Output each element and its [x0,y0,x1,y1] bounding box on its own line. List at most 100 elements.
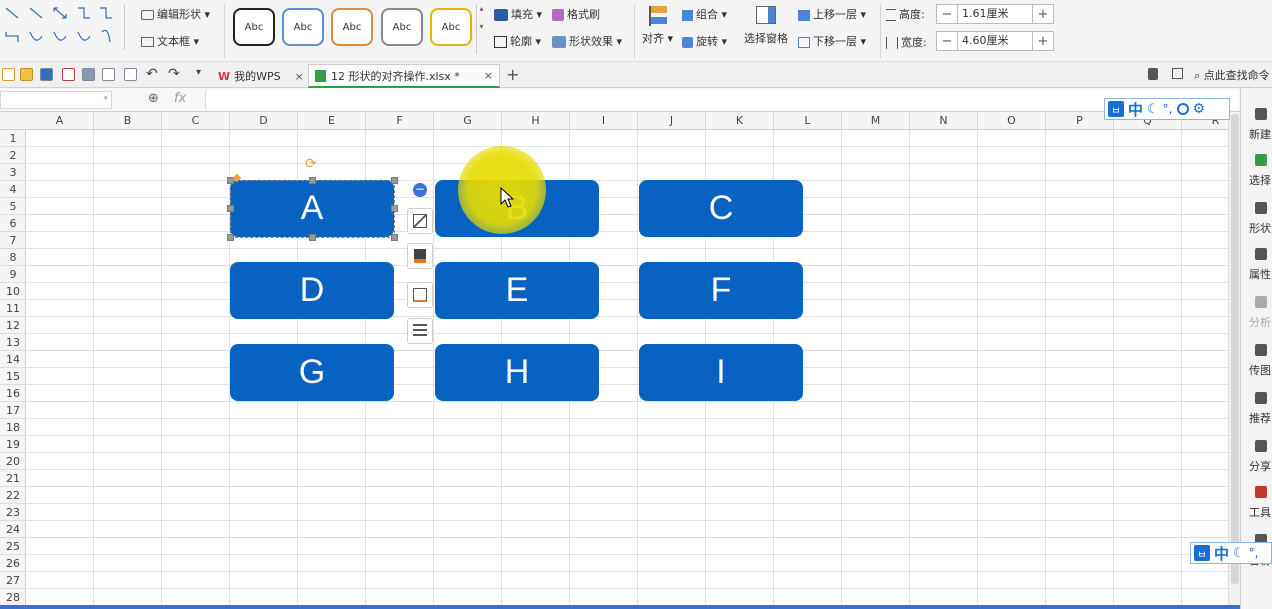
tab-active-file[interactable]: 12 形状的对齐操作.xlsx * × [308,64,500,88]
export-pdf-icon[interactable] [62,68,75,81]
recommend-icon[interactable] [1255,392,1267,404]
window-icon[interactable] [1172,68,1183,79]
row-header-6[interactable]: 6 [0,215,26,232]
resize-handle[interactable] [227,234,234,241]
ime-toolbar[interactable]: ㅂ 中 ☾ °, ⚙ [1104,98,1230,120]
sidebar-item-select[interactable]: 选择 [1249,172,1272,188]
height-increase-button[interactable]: + [1033,7,1053,22]
row-header-2[interactable]: 2 [0,147,26,164]
format-painter-button[interactable]: 格式刷 [552,6,600,22]
ime-toolbar-secondary[interactable]: ㅂ 中 ☾ °, [1190,542,1272,564]
undo-icon[interactable]: ↶ [146,66,158,82]
sidebar-item-share[interactable]: 分享 [1249,458,1272,474]
column-header-o[interactable]: O [978,112,1046,130]
redo-icon[interactable]: ↷ [168,66,180,82]
command-search[interactable]: ⌕ 点此查找命令 [1194,67,1272,83]
save-icon[interactable] [40,68,53,81]
column-header-f[interactable]: F [366,112,434,130]
column-header-h[interactable]: H [502,112,570,130]
resize-handle[interactable] [227,205,234,212]
sidebar-item-recommend[interactable]: 推荐 [1249,410,1272,426]
open-folder-icon[interactable] [20,68,33,81]
column-header-b[interactable]: B [94,112,162,130]
print-icon[interactable] [82,68,95,81]
outline-button[interactable]: 轮廓 ▾ [494,33,541,49]
column-header-a[interactable]: A [26,112,94,130]
row-header-1[interactable]: 1 [0,130,26,147]
row-header-26[interactable]: 26 [0,555,26,572]
text-box-button[interactable]: 文本框 ▾ [141,33,199,49]
row-header-16[interactable]: 16 [0,385,26,402]
collapse-toolbar-icon[interactable]: − [413,183,427,197]
width-spinner[interactable]: − 4.60厘米 + [936,31,1054,51]
style-gallery-more[interactable]: ▴ ▾ [476,4,486,54]
row-header-22[interactable]: 22 [0,487,26,504]
document-icon[interactable] [1148,68,1158,80]
row-header-11[interactable]: 11 [0,300,26,317]
ime-moon-icon[interactable]: ☾ [1147,102,1159,117]
rotate-handle-icon[interactable]: ⟳ [305,156,317,172]
ime-punct-icon[interactable]: °, [1249,546,1259,560]
sidebar-item-properties[interactable]: 属性 [1249,266,1272,282]
row-header-12[interactable]: 12 [0,317,26,334]
fill-float-button[interactable] [407,243,433,269]
column-header-e[interactable]: E [298,112,366,130]
row-header-18[interactable]: 18 [0,419,26,436]
row-header-20[interactable]: 20 [0,453,26,470]
vertical-scrollbar[interactable] [1228,112,1240,609]
sidebar-item-analysis[interactable]: 分析 [1249,314,1272,330]
row-header-27[interactable]: 27 [0,572,26,589]
column-header-g[interactable]: G [434,112,502,130]
sidebar-item-tools[interactable]: 工具 [1249,504,1272,520]
width-increase-button[interactable]: + [1033,34,1053,49]
column-header-l[interactable]: L [774,112,842,130]
width-decrease-button[interactable]: − [937,34,957,49]
edit-shape-float-button[interactable] [407,208,433,234]
tab-my-wps[interactable]: W 我的WPS × [212,64,310,88]
selection-pane-button[interactable]: 选择窗格 [744,6,788,46]
bring-forward-button[interactable]: 上移一层 ▾ [798,6,866,22]
shape-e[interactable]: E [435,262,599,319]
shape-style-5[interactable]: Abc [430,8,472,46]
scrollbar-thumb[interactable] [1231,114,1239,584]
row-header-15[interactable]: 15 [0,368,26,385]
resize-handle[interactable] [391,177,398,184]
column-header-m[interactable]: M [842,112,910,130]
shape-d[interactable]: D [230,262,394,319]
resize-handle[interactable] [391,205,398,212]
height-spinner[interactable]: − 1.61厘米 + [936,4,1054,24]
row-header-25[interactable]: 25 [0,538,26,555]
row-header-28[interactable]: 28 [0,589,26,606]
column-header-i[interactable]: I [570,112,638,130]
select-icon[interactable] [1255,154,1267,166]
sidebar-item-shape[interactable]: 形状 [1249,220,1272,236]
ime-moon-icon[interactable]: ☾ [1233,546,1245,561]
name-box[interactable]: ▾ [0,91,112,109]
outline-float-button[interactable] [407,282,433,308]
resize-handle[interactable] [309,177,316,184]
new-file-icon[interactable] [2,68,15,81]
row-header-23[interactable]: 23 [0,504,26,521]
shape-i[interactable]: I [639,344,803,401]
analysis-icon[interactable] [1255,296,1267,308]
formula-input[interactable] [205,90,1239,110]
row-header-21[interactable]: 21 [0,470,26,487]
tab-close-icon[interactable]: × [295,70,304,83]
resize-handle[interactable] [309,234,316,241]
resize-handle[interactable] [391,234,398,241]
row-header-8[interactable]: 8 [0,249,26,266]
ime-punct-icon[interactable]: °, [1163,102,1173,116]
align-button[interactable]: 对齐 ▾ [642,6,673,46]
rotate-button[interactable]: 旋转 ▾ [682,33,727,49]
row-header-14[interactable]: 14 [0,351,26,368]
new-tab-button[interactable]: + [506,65,519,84]
shape-effect-button[interactable]: 形状效果 ▾ [552,33,622,49]
shape-style-3[interactable]: Abc [331,8,373,46]
row-header-19[interactable]: 19 [0,436,26,453]
shape-g[interactable]: G [230,344,394,401]
width-input[interactable]: 4.60厘米 [957,32,1033,50]
ime-emoji-icon[interactable] [1176,103,1189,115]
row-header-9[interactable]: 9 [0,266,26,283]
ime-language[interactable]: 中 [1214,543,1229,564]
row-header-17[interactable]: 17 [0,402,26,419]
